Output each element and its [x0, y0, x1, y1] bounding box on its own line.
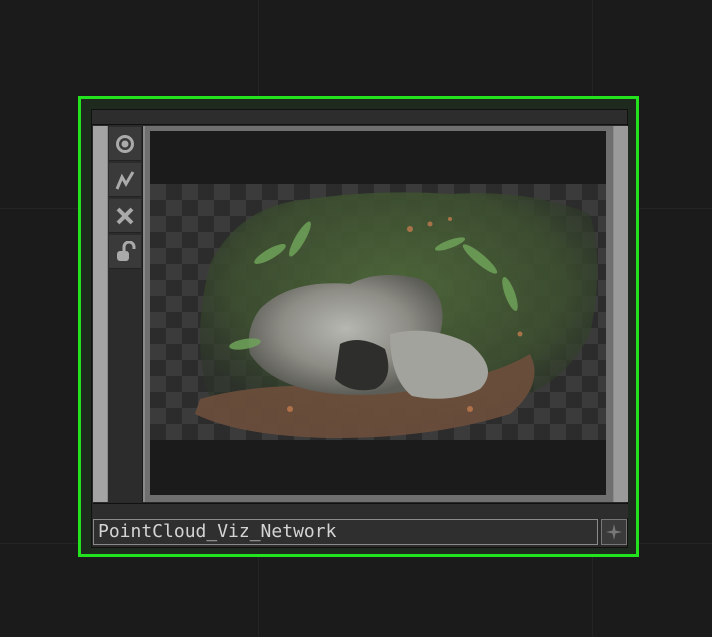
node-viewer[interactable] — [145, 126, 613, 502]
node-bottom-strip — [93, 503, 628, 518]
pin-icon[interactable] — [601, 519, 627, 545]
lock-icon[interactable] — [109, 235, 141, 269]
node-output-rail[interactable] — [614, 126, 628, 502]
node-input-rail[interactable] — [93, 126, 107, 502]
selected-node[interactable]: PointCloud_Viz_Network — [78, 96, 639, 557]
cook-flag-icon[interactable] — [109, 163, 141, 197]
transparency-checkerboard — [150, 184, 606, 440]
viewer-active-icon[interactable] — [109, 127, 141, 161]
node-top-strip — [92, 110, 627, 125]
node-name-field[interactable]: PointCloud_Viz_Network — [93, 519, 598, 545]
bypass-icon[interactable] — [109, 199, 141, 233]
network-editor-canvas[interactable]: PointCloud_Viz_Network — [0, 0, 712, 637]
point-cloud-image — [195, 192, 598, 439]
node-flag-column — [108, 126, 143, 502]
node-body[interactable]: PointCloud_Viz_Network — [91, 109, 628, 548]
node-viewer-frame — [93, 126, 628, 502]
viewer-screen — [150, 131, 606, 495]
